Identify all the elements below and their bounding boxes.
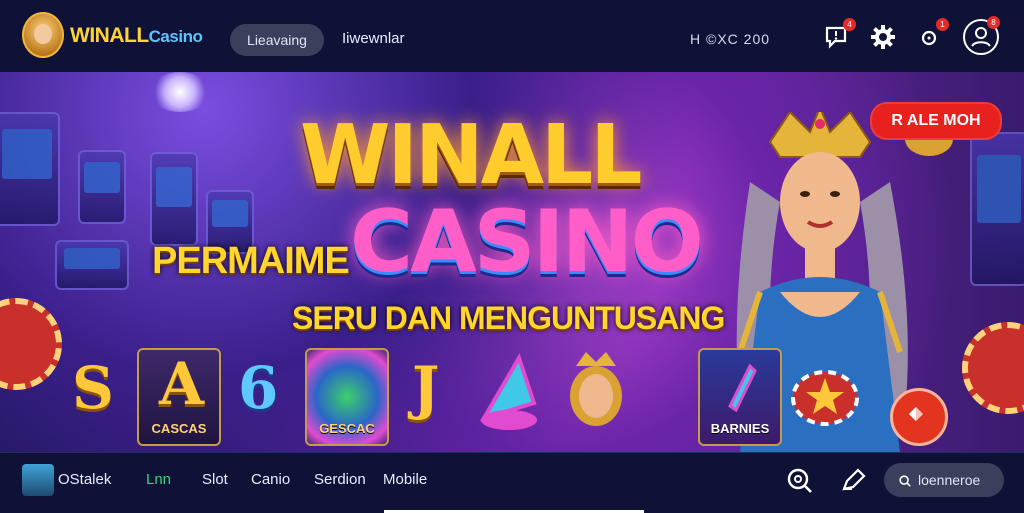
game-tile[interactable]: 6 — [230, 348, 294, 442]
tile-hat-image — [479, 353, 537, 430]
chat-alert-icon[interactable]: 4 — [822, 18, 856, 52]
casino-chip-image — [962, 322, 1024, 414]
tab-canio[interactable]: Canio — [251, 471, 290, 488]
search-icon[interactable] — [784, 465, 814, 495]
notification-badge: 1 — [936, 18, 949, 31]
tab-slot[interactable]: Slot — [202, 471, 228, 488]
tab-serdion[interactable]: Serdion — [314, 471, 366, 488]
profile-icon[interactable]: 8 — [962, 16, 1000, 56]
bottom-navigation-bar: OStalek Lnn Slot Canio Serdion Mobile lo… — [0, 452, 1024, 513]
game-tile[interactable] — [790, 348, 860, 442]
casino-chip-image — [0, 298, 62, 390]
game-tile[interactable]: BARNIES — [698, 348, 782, 446]
tab-active[interactable]: Lnn — [146, 471, 171, 488]
tile-label: GESCAC — [319, 421, 375, 436]
top-navigation-bar: WINALLCasino Lieavaing Iiwewnlar H ©XC 2… — [0, 0, 1024, 73]
game-tile[interactable] — [474, 348, 544, 442]
notification-icon[interactable]: 1 — [915, 18, 949, 52]
tile-chip-image — [791, 370, 859, 426]
game-tile[interactable]: A CASCAS — [137, 348, 221, 446]
banner-title-casino: CASINO — [350, 192, 704, 292]
slot-machine-image — [0, 112, 60, 226]
brand-name[interactable]: WINALLCasino — [70, 24, 203, 48]
tile-label: CASCAS — [151, 421, 207, 436]
light-flare — [150, 72, 210, 112]
banner-prefix: PERMAIME — [152, 240, 350, 282]
hero-banner[interactable]: WINALL CASINO PERMAIME SERU DAN MENGUNTU… — [0, 72, 1024, 452]
game-tile[interactable]: J — [398, 348, 462, 442]
tile-glyph: 6 — [238, 354, 279, 422]
arrow-icon — [908, 406, 924, 422]
brand-sub: Casino — [148, 27, 203, 46]
tab-mobile[interactable]: Mobile — [383, 471, 427, 488]
banner-title-winall: WINALL — [300, 108, 643, 203]
profile-badge: 8 — [987, 16, 1000, 29]
search-field-icon — [898, 463, 912, 498]
tile-portrait-image — [570, 352, 622, 426]
slot-machine-image — [78, 150, 126, 224]
chat-badge: 4 — [843, 18, 856, 31]
gear-icon[interactable] — [868, 22, 898, 52]
game-thumbnail-icon[interactable] — [22, 464, 54, 496]
search-placeholder: loenneroe — [918, 472, 981, 488]
tile-label: BARNIES — [710, 421, 770, 436]
game-tile[interactable]: GESCAC — [305, 348, 389, 446]
brand-main: WINALL — [70, 24, 149, 47]
slot-machine-image — [150, 152, 198, 246]
slot-machine-image — [55, 240, 129, 290]
game-tile[interactable]: S — [66, 348, 130, 442]
game-tile[interactable] — [560, 348, 632, 442]
nav-link[interactable]: Iiwewnlar — [342, 30, 405, 47]
profile-name[interactable]: OStalek — [58, 471, 111, 488]
tile-glyph: A — [159, 350, 205, 418]
search-field[interactable]: loenneroe — [884, 463, 1004, 497]
login-pill-button[interactable]: Lieavaing — [230, 24, 324, 56]
tile-gem-image — [728, 363, 757, 413]
tile-glyph: S — [72, 354, 114, 422]
tile-glyph: J — [412, 354, 440, 422]
header-code-text: H ©XC 200 — [690, 31, 771, 47]
banner-tagline: SERU DAN MENGUNTUSANG — [292, 300, 725, 336]
promo-button[interactable]: R ALE MOH — [870, 102, 1002, 140]
brand-logo[interactable] — [22, 12, 64, 58]
slot-machine-image — [970, 132, 1024, 286]
edit-icon[interactable] — [838, 465, 868, 495]
next-arrow-button[interactable] — [890, 388, 948, 446]
